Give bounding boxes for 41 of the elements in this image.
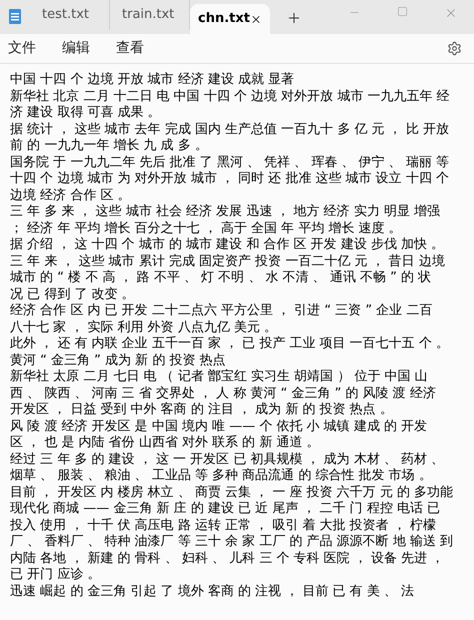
text-line: 西 、 陕西 、 河南 三 省 交界处 ， 人 称 黄河 “ 金三角 ” 的 风陵 渡 经济 [10, 386, 436, 402]
text-line: 经过 三 年 多 的 建设 ， 这 一 开发区 已 初具规模 ， 成为 木材 、 药材 、 [10, 452, 444, 468]
text-line: 八十七 家 ， 实际 利用 外资 八点九亿 美元 。 [10, 320, 278, 336]
notepad-icon [8, 8, 22, 25]
text-line: 前 的 一九九一年 增长 九 成 多 。 [10, 138, 208, 154]
file-tab[interactable]: test.txt [30, 0, 110, 30]
text-line: 三 年 多 来 ， 这些 城市 社会 经济 发展 迅速 ， 地方 经济 实力 明显 增强 [10, 204, 440, 220]
text-line: 黄河 “ 金三角 ” 成为 新 的 投资 热点 [10, 352, 226, 369]
text-line: 城市 的 “ 楼 不 高 ， 路 不平 、 灯 不明 、 水 不清 、 通讯 不畅 ” 的 状 [10, 270, 432, 286]
text-line: 厂 、 香料厂 、 特种 油漆厂 等 三十 余 家 工厂 的 产品 源源不断 地 输送 到 [10, 534, 454, 550]
settings-icon[interactable] [447, 41, 462, 56]
text-line: 济 建设 取得 可喜 成果 。 [10, 105, 161, 122]
text-line: 现代化 商城 —— 金三角 新 庄 的 建设 已 近 尾声 ， 二千 门 程控 电话 已 [10, 501, 440, 518]
text-line: 风 陵 渡 经济 开发区 是 中国 境内 唯 —— 个 依托 小 城镇 建成 的 开发 [10, 418, 428, 435]
text-line: 新华社 太原 二月 七日 电 （ 记者 鄫宝红 实习生 胡靖国 ） 位于 中国 山 [10, 369, 428, 386]
text-line: 区 ， 也 是 内陆 省份 山西省 对外 联系 的 新 通道 。 [10, 435, 320, 452]
text-line: 此外 ， 还 有 内联 企业 五千一百 家 ， 已 投产 工业 项目 一百七十五 个 。 [10, 336, 449, 352]
text-line: 投入 使用 ， 十千 伏 高压电 路 运转 正常 ， 吸引 着 大批 投资者 ， 柠檬 [10, 518, 436, 534]
text-line: 况 已 得到 了 改变 。 [10, 286, 135, 303]
text-line: 中国 十四 个 边境 开放 城市 经济 建设 成就 显著 [10, 72, 294, 88]
text-line: 新华社 北京 二月 十二日 电 中国 十四 个 边境 对外开放 城市 一九九五年 经 [10, 88, 450, 105]
menu-item[interactable]: 编辑 [62, 38, 90, 59]
text-line: 内陆 各地 ， 新建 的 骨科 、 妇科 、 儿科 三 个 专科 医院 ， 设备 先进 ， [10, 550, 444, 567]
text-line: 烟草 、 服装 、 粮油 、 工业品 等 多种 商品流通 的 综合性 批发 市场 。 [10, 468, 432, 484]
text-line: 经济 合作 区 内 已 开发 二十二点六 平方公里 ， 引进 “ 三资 ” 企业 二百 [10, 303, 432, 320]
text-line: 目前 ， 开发区 内 楼房 林立 、 商贾 云集 ， 一 座 投资 六千万 元 的 多功能 [10, 484, 454, 501]
text-line: 十四 个 边境 城市 为 对外开放 城市 ， 同时 还 批准 这些 城市 设立 十四 个 [10, 171, 449, 188]
new-tab-icon[interactable] [286, 10, 302, 26]
text-line: ； 经济 年 平均 增长 百分之十七 ， 高于 全国 年 平均 增长 速度 。 [10, 220, 402, 237]
file-tab[interactable]: chn.txt [190, 4, 270, 34]
text-line: 国务院 于 一九九二年 先后 批准 了 黑河 、 凭祥 、 珲春 、 伊宁 、 瑞丽 等 [10, 154, 449, 171]
menu-item[interactable]: 查看 [116, 38, 144, 59]
text-line: 据 介绍 ， 这 十四 个 城市 的 城市 建设 和 合作 区 开发 建设 步伐 加快 。 [10, 237, 444, 254]
text-line: 已 开门 应诊 。 [10, 567, 100, 584]
text-line: 边境 经济 合作 区 。 [10, 188, 131, 204]
menu-item[interactable]: 文件 [8, 38, 36, 59]
text-line: 三 年 来 ， 这些 城市 累计 完成 固定资产 投资 一百二十亿 元 ， 昔日 边境 [10, 254, 445, 270]
text-line: 迅速 崛起 的 金三角 引起 了 境外 客商 的 注视 ， 目前 已 有 美 、 法 [10, 584, 414, 600]
text-line: 开发区 ， 日益 受到 中外 客商 的 注目 ， 成为 新 的 投资 热点 。 [10, 402, 393, 418]
text-area[interactable] [0, 64, 474, 620]
text-line: 据 统计 ， 这些 城市 去年 完成 国内 生产总值 一百九十 多 亿 元 ， 比 开放 [10, 122, 449, 138]
